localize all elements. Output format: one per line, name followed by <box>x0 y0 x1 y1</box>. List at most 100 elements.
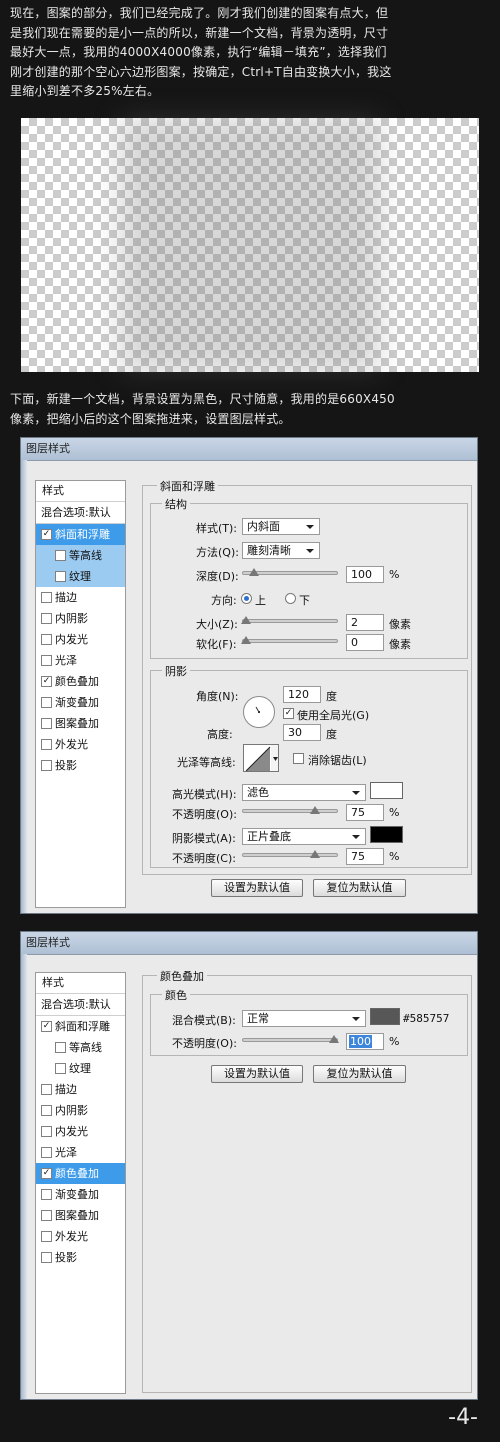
style-item-checkbox[interactable] <box>41 1147 52 1158</box>
style-item-checkbox[interactable] <box>41 1252 52 1263</box>
style-item-8[interactable]: 渐变叠加 <box>36 1184 125 1205</box>
style-item-checkbox[interactable] <box>41 1126 52 1137</box>
style-item-checkbox[interactable] <box>41 760 52 771</box>
set-default-button[interactable]: 设置为默认值 <box>211 1065 303 1083</box>
style-item-checkbox[interactable] <box>55 1042 66 1053</box>
style-item-checkbox[interactable] <box>41 718 52 729</box>
style-item-0[interactable]: ✓ 斜面和浮雕 <box>36 524 125 545</box>
style-item-checkbox[interactable] <box>55 571 66 582</box>
set-default-button[interactable]: 设置为默认值 <box>211 879 303 897</box>
style-item-5[interactable]: 内发光 <box>36 1121 125 1142</box>
angle-dial[interactable] <box>243 696 275 728</box>
gloss-contour-picker[interactable] <box>243 744 279 772</box>
style-item-label: 等高线 <box>69 1041 102 1054</box>
style-item-4[interactable]: 内阴影 <box>36 608 125 629</box>
style-item-10[interactable]: 外发光 <box>36 1226 125 1247</box>
global-light-checkbox[interactable]: ✓ <box>283 708 294 719</box>
method-select[interactable]: 雕刻清晰 <box>242 542 320 559</box>
style-select[interactable]: 内斜面 <box>242 518 320 535</box>
highlight-mode-select[interactable]: 滤色 <box>242 784 366 801</box>
style-item-7[interactable]: ✓ 颜色叠加 <box>36 671 125 692</box>
shadow-opacity-input[interactable]: 75 <box>346 848 384 865</box>
altitude-unit: 度 <box>326 728 337 741</box>
transparent-pattern-canvas <box>21 118 479 372</box>
direction-label: 方向: <box>211 594 237 607</box>
style-item-1[interactable]: 等高线 <box>36 545 125 566</box>
style-item-4[interactable]: 内阴影 <box>36 1100 125 1121</box>
reset-default-button[interactable]: 复位为默认值 <box>313 879 406 897</box>
opacity-label: 不透明度(O): <box>172 1037 237 1050</box>
style-item-checkbox[interactable] <box>41 613 52 624</box>
style-item-checkbox[interactable] <box>55 550 66 561</box>
size-input[interactable]: 2 <box>346 614 384 631</box>
depth-input[interactable]: 100 <box>346 566 384 583</box>
blending-options-item[interactable]: 混合选项:默认 <box>36 502 125 524</box>
style-item-8[interactable]: 渐变叠加 <box>36 692 125 713</box>
altitude-input[interactable]: 30 <box>283 724 321 741</box>
style-item-3[interactable]: 描边 <box>36 587 125 608</box>
highlight-opacity-input[interactable]: 75 <box>346 804 384 821</box>
direction-down-radio[interactable] <box>285 593 296 604</box>
style-item-1[interactable]: 等高线 <box>36 1037 125 1058</box>
style-item-checkbox[interactable] <box>41 1189 52 1200</box>
method-label: 方法(Q): <box>196 546 239 559</box>
angle-label: 角度(N): <box>196 690 239 703</box>
opacity-slider[interactable] <box>242 1035 339 1043</box>
depth-label: 深度(D): <box>196 570 239 583</box>
size-label: 大小(Z): <box>196 618 238 631</box>
direction-up-radio[interactable] <box>241 593 252 604</box>
style-item-checkbox[interactable]: ✓ <box>41 676 52 687</box>
shading-legend: 阴影 <box>162 663 190 679</box>
style-item-checkbox[interactable] <box>41 592 52 603</box>
style-item-2[interactable]: 纹理 <box>36 566 125 587</box>
highlight-mode-label: 高光模式(H): <box>172 788 237 801</box>
depth-slider[interactable] <box>242 568 338 576</box>
soften-input[interactable]: 0 <box>346 634 384 651</box>
highlight-color-swatch[interactable] <box>370 782 403 799</box>
blending-options-item[interactable]: 混合选项:默认 <box>36 994 125 1016</box>
style-item-checkbox[interactable] <box>41 1084 52 1095</box>
style-item-checkbox[interactable] <box>41 1210 52 1221</box>
overlay-color-swatch[interactable] <box>370 1008 400 1025</box>
style-item-label: 渐变叠加 <box>55 696 99 709</box>
style-list: 样式 混合选项:默认 ✓ 斜面和浮雕 等高线 纹理 描边 内阴影 内发光 光泽 ✓ 颜色叠加 渐变叠加图… <box>35 480 126 908</box>
style-item-label: 内阴影 <box>55 1104 88 1117</box>
style-item-checkbox[interactable]: ✓ <box>41 529 52 540</box>
antialias-checkbox[interactable] <box>293 753 304 764</box>
style-item-label: 内阴影 <box>55 612 88 625</box>
style-item-checkbox[interactable]: ✓ <box>41 1021 52 1032</box>
style-item-6[interactable]: 光泽 <box>36 650 125 671</box>
size-slider[interactable] <box>241 616 338 624</box>
style-item-checkbox[interactable] <box>41 739 52 750</box>
highlight-opacity-slider[interactable] <box>242 806 338 814</box>
style-item-11[interactable]: 投影 <box>36 755 125 776</box>
soften-slider[interactable] <box>241 636 338 644</box>
style-item-6[interactable]: 光泽 <box>36 1142 125 1163</box>
blend-mode-select[interactable]: 正常 <box>242 1010 366 1027</box>
angle-input[interactable]: 120 <box>283 686 321 703</box>
style-item-checkbox[interactable] <box>41 1231 52 1242</box>
style-item-9[interactable]: 图案叠加 <box>36 713 125 734</box>
style-item-5[interactable]: 内发光 <box>36 629 125 650</box>
page-number: -4- <box>448 1405 478 1430</box>
style-item-0[interactable]: ✓ 斜面和浮雕 <box>36 1016 125 1037</box>
style-item-7[interactable]: ✓ 颜色叠加 <box>36 1163 125 1184</box>
style-item-checkbox[interactable] <box>41 655 52 666</box>
style-list: 样式 混合选项:默认 ✓ 斜面和浮雕 等高线 纹理 描边 内阴影 内发光 光泽 ✓ 颜色叠加 渐变叠加图… <box>35 972 126 1394</box>
reset-default-button[interactable]: 复位为默认值 <box>313 1065 406 1083</box>
style-item-10[interactable]: 外发光 <box>36 734 125 755</box>
style-item-2[interactable]: 纹理 <box>36 1058 125 1079</box>
opacity-input[interactable]: 100 <box>346 1033 384 1050</box>
style-item-9[interactable]: 图案叠加 <box>36 1205 125 1226</box>
style-item-checkbox[interactable] <box>41 697 52 708</box>
style-item-checkbox[interactable] <box>55 1063 66 1074</box>
shadow-opacity-slider[interactable] <box>242 850 338 858</box>
shadow-mode-select[interactable]: 正片叠底 <box>242 828 366 845</box>
style-item-checkbox[interactable] <box>41 1105 52 1116</box>
style-item-checkbox[interactable] <box>41 634 52 645</box>
dialog-title: 图层样式 <box>21 438 477 461</box>
shadow-color-swatch[interactable] <box>370 826 403 843</box>
style-item-3[interactable]: 描边 <box>36 1079 125 1100</box>
style-item-11[interactable]: 投影 <box>36 1247 125 1268</box>
style-item-checkbox[interactable]: ✓ <box>41 1168 52 1179</box>
